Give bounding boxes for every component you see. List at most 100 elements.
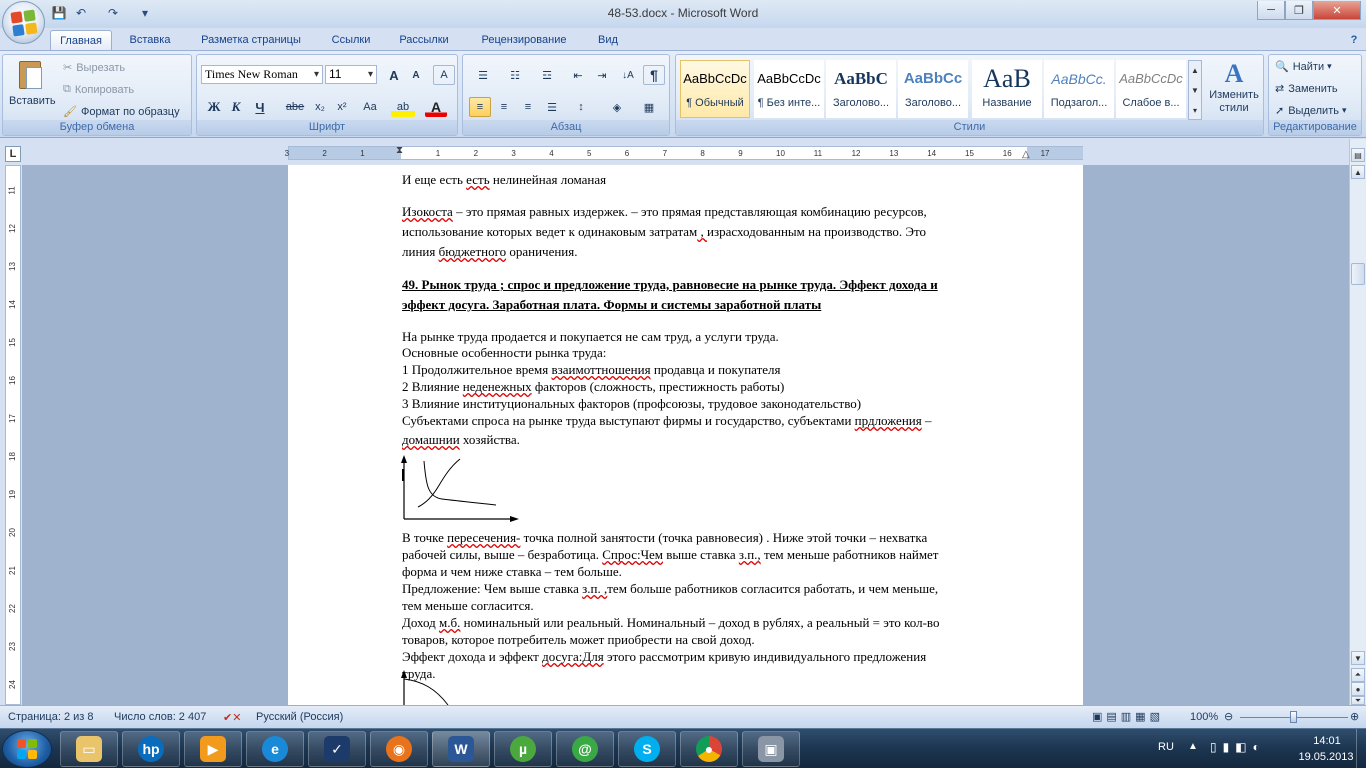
close-button[interactable]: ✕: [1313, 1, 1361, 20]
sort-button[interactable]: ↓A: [617, 65, 639, 85]
taskbar-word[interactable]: W: [432, 731, 490, 767]
decrease-indent-icon[interactable]: ⇤: [567, 65, 589, 85]
zoom-in-icon[interactable]: ⊕: [1350, 710, 1359, 723]
browse-object-button[interactable]: ●: [1351, 682, 1365, 696]
vertical-ruler[interactable]: 11 12 13 14 15 16 17 18 19 20 21 22 23 24: [5, 165, 21, 705]
ruler-toggle-icon[interactable]: ▤: [1351, 148, 1365, 162]
page-count-status[interactable]: Страница: 2 из 8: [8, 711, 94, 723]
find-button[interactable]: 🔍 Найти ▾: [1275, 60, 1332, 74]
style-subtitle[interactable]: AaBbCc. Подзагол...: [1044, 60, 1114, 118]
taskbar-media-player[interactable]: ▶: [184, 731, 242, 767]
taskbar-firefox[interactable]: ◉: [370, 731, 428, 767]
align-left-icon[interactable]: ≡: [469, 97, 491, 117]
taskbar-app[interactable]: ✓: [308, 731, 366, 767]
minimize-button[interactable]: ─: [1257, 1, 1285, 20]
input-language[interactable]: RU: [1158, 741, 1174, 753]
align-center-icon[interactable]: ≡: [493, 97, 515, 117]
help-icon[interactable]: ?: [1346, 30, 1362, 50]
language-status[interactable]: Русский (Россия): [256, 711, 343, 723]
clock-date[interactable]: 19.05.2013: [1288, 751, 1364, 763]
taskbar-hp[interactable]: hp: [122, 731, 180, 767]
tab-review[interactable]: Рецензирование: [468, 30, 580, 50]
document-page[interactable]: И еще есть есть нелинейная ломаная Изоко…: [288, 165, 1083, 705]
zoom-out-icon[interactable]: ⊖: [1224, 710, 1233, 723]
taskbar-utorrent[interactable]: µ: [494, 731, 552, 767]
increase-indent-icon[interactable]: ⇥: [591, 65, 613, 85]
maximize-button[interactable]: ❐: [1285, 1, 1313, 20]
office-button[interactable]: [2, 1, 45, 44]
tray-icons[interactable]: ▯▮◧◐: [1210, 740, 1266, 754]
align-right-icon[interactable]: ≡: [517, 97, 539, 117]
italic-button[interactable]: К: [225, 97, 247, 117]
replace-button[interactable]: ⇄ Заменить: [1275, 82, 1338, 96]
show-hidden-icons[interactable]: ▲: [1188, 741, 1198, 752]
taskbar-chrome[interactable]: ●: [680, 731, 738, 767]
tab-selector[interactable]: L: [5, 146, 21, 162]
style-normal[interactable]: AaBbCcDc ¶ Обычный: [680, 60, 750, 118]
tab-page-layout[interactable]: Разметка страницы: [190, 30, 312, 50]
zoom-level[interactable]: 100%: [1190, 711, 1218, 723]
taskbar-mail-agent[interactable]: @: [556, 731, 614, 767]
next-page-button[interactable]: ⏷: [1351, 696, 1365, 705]
line-spacing-icon[interactable]: ↕: [567, 97, 595, 117]
proofing-icon[interactable]: ✔✕: [223, 711, 241, 724]
ruler-tick: 20: [7, 528, 17, 537]
clock-time[interactable]: 14:01: [1302, 735, 1352, 747]
style-heading-2[interactable]: AaBbCc Заголово...: [898, 60, 968, 118]
subscript-button[interactable]: x₂: [309, 97, 331, 117]
taskbar-skype[interactable]: S: [618, 731, 676, 767]
superscript-button[interactable]: x²: [331, 97, 353, 117]
taskbar-app2[interactable]: ▣: [742, 731, 800, 767]
scroll-down-button[interactable]: ▼: [1351, 651, 1365, 665]
highlight-button[interactable]: ab: [391, 97, 415, 117]
indent-marker-icon[interactable]: ⧗: [396, 145, 403, 156]
change-styles-button[interactable]: A Изменить стили: [1208, 59, 1260, 115]
copy-button[interactable]: ⧉ Копировать: [63, 83, 134, 96]
paste-icon[interactable]: [17, 59, 45, 93]
horizontal-ruler[interactable]: 3 2 1 1 2 3 4 5 6 7 8 9 10 11 12 13 14 15 16 17 ⧗ △: [285, 145, 1083, 160]
scroll-thumb[interactable]: [1351, 263, 1365, 285]
tab-insert[interactable]: Вставка: [118, 30, 182, 50]
paste-button[interactable]: Вставить: [9, 95, 56, 107]
style-title[interactable]: AaB Название: [972, 60, 1042, 118]
strikethrough-button[interactable]: abe: [283, 97, 307, 117]
format-painter-button[interactable]: 🖌 Формат по образцу: [63, 105, 180, 119]
bullets-icon[interactable]: ☰: [469, 65, 497, 85]
word-count-status[interactable]: Число слов: 2 407: [114, 711, 206, 723]
tab-home[interactable]: Главная: [50, 30, 112, 50]
font-size-combo[interactable]: 11: [325, 65, 377, 84]
font-color-button[interactable]: A: [425, 97, 447, 117]
taskbar-ie[interactable]: e: [246, 731, 304, 767]
numbering-icon[interactable]: ☷: [501, 65, 529, 85]
style-heading-1[interactable]: AaBbC Заголово...: [826, 60, 896, 118]
tab-mailings[interactable]: Рассылки: [390, 30, 458, 50]
borders-icon[interactable]: ▦: [635, 97, 663, 117]
change-case-button[interactable]: Aa: [357, 97, 383, 117]
underline-button[interactable]: Ч: [249, 97, 271, 117]
tab-references[interactable]: Ссылки: [320, 30, 382, 50]
view-buttons[interactable]: ▣▤▥▦▧: [1092, 710, 1164, 723]
multilevel-list-icon[interactable]: ☲: [533, 65, 561, 85]
show-desktop-button[interactable]: [1356, 729, 1366, 768]
shading-icon[interactable]: ◈: [603, 97, 631, 117]
start-button[interactable]: [2, 730, 52, 768]
style-no-spacing[interactable]: AaBbCcDc ¶ Без инте...: [754, 60, 824, 118]
show-formatting-button[interactable]: ¶: [643, 65, 665, 85]
bold-button[interactable]: Ж: [203, 97, 225, 117]
font-name-combo[interactable]: Times New Roman: [201, 65, 323, 84]
shrink-font-button[interactable]: A: [405, 65, 427, 85]
zoom-slider-thumb[interactable]: [1290, 711, 1297, 723]
vertical-scrollbar[interactable]: ▤ ▲ ▼ ⏶ ● ⏷: [1349, 139, 1366, 705]
cut-button[interactable]: ✂ Вырезать: [63, 61, 125, 75]
justify-icon[interactable]: ☰: [541, 97, 563, 117]
style-subtle-emphasis[interactable]: AaBbCcDc Слабое в...: [1116, 60, 1186, 118]
grow-font-button[interactable]: A: [383, 65, 405, 85]
right-indent-marker-icon[interactable]: △: [1022, 149, 1030, 160]
tab-view[interactable]: Вид: [590, 30, 626, 50]
scroll-up-button[interactable]: ▲: [1351, 165, 1365, 179]
styles-scroll[interactable]: ▲ ▼ ▾: [1188, 60, 1202, 120]
prev-page-button[interactable]: ⏶: [1351, 668, 1365, 682]
select-button[interactable]: ➚ Выделить ▾: [1275, 104, 1347, 118]
taskbar-explorer[interactable]: ▭: [60, 731, 118, 767]
clear-format-button[interactable]: A: [433, 65, 455, 85]
